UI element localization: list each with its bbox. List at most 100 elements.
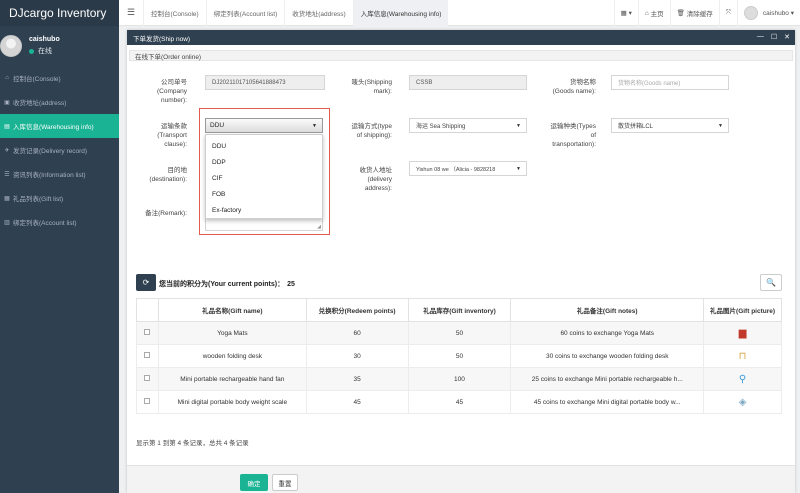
- goods-name-input[interactable]: 货物名称(Goods name): [611, 75, 729, 90]
- table-row[interactable]: Mini portable rechargeable hand fan 35 1…: [136, 367, 782, 391]
- redeem-points: 45: [305, 390, 409, 414]
- gift-notes: 25 coins to exchange Mini portable recha…: [510, 367, 705, 391]
- gift-inventory: 45: [407, 390, 512, 414]
- top-bar: ☰ 控制台(Console) 绑定列表(Account list) 收货地址(a…: [119, 0, 800, 26]
- row-checkbox[interactable]: [144, 352, 151, 358]
- sidebar-item-address[interactable]: ▣ 收货地址(address): [0, 90, 119, 114]
- search-icon: 🔍: [766, 278, 776, 287]
- sidebar-item-label: 绑定列表(Account list): [13, 220, 77, 227]
- section-header: 在线下单(Order online): [129, 50, 793, 61]
- col-gift-picture[interactable]: 礼品图片(Gift picture): [703, 298, 782, 322]
- home-button[interactable]: ⌂ 主页: [637, 0, 670, 26]
- tab-address[interactable]: 收货地址(address): [284, 0, 352, 26]
- col-gift-notes[interactable]: 礼品备注(Gift notes): [510, 298, 705, 322]
- sidebar: DJcargo Inventory caishubo 在线 ⌂ 控制台(Conso…: [0, 0, 119, 493]
- checkbox-header: [136, 298, 159, 322]
- transport-clause-label: 运输条款 (Transport clause):: [157, 123, 187, 148]
- delivery-address-select[interactable]: Yishun 08 we （Alicia - 9828218 ▼: [409, 161, 527, 176]
- sidebar-item-warehousing[interactable]: ▤ 入库信息(Warehousing info): [0, 114, 119, 138]
- row-checkbox[interactable]: [144, 375, 151, 381]
- redeem-points: 30: [305, 344, 409, 368]
- fullscreen-button[interactable]: ⤧: [718, 0, 737, 26]
- gift-icon: ▦: [4, 195, 10, 202]
- company-number-field[interactable]: DJ20211017105641888473: [205, 75, 325, 90]
- table-row[interactable]: Yoga Mats 60 50 60 coins to exchange Yog…: [136, 321, 782, 345]
- company-number-label: 公司单号 (Company number):: [157, 79, 187, 104]
- sidebar-item-information[interactable]: ☰ 资讯列表(Information list): [0, 162, 119, 186]
- tab-account-list[interactable]: 绑定列表(Account list): [205, 0, 285, 26]
- sidebar-item-label: 入库信息(Warehousing info): [13, 124, 94, 131]
- table-header-row: 礼品名称(Gift name) 兑换积分(Redeem points) 礼品库存…: [136, 298, 782, 322]
- points-value: 25: [287, 281, 295, 288]
- row-checkbox[interactable]: [144, 398, 151, 404]
- sidebar-item-account[interactable]: ▥ 绑定列表(Account list): [0, 210, 119, 234]
- confirm-button[interactable]: 确定: [240, 474, 268, 491]
- info-icon: ☰: [4, 171, 10, 178]
- desk-icon[interactable]: ⊓: [739, 351, 747, 362]
- col-gift-name[interactable]: 礼品名称(Gift name): [157, 298, 307, 322]
- col-gift-inventory[interactable]: 礼品库存(Gift inventory): [407, 298, 512, 322]
- gift-inventory: 50: [407, 344, 512, 368]
- remark-textarea[interactable]: ◢: [205, 219, 323, 231]
- account-icon: ▥: [4, 219, 10, 226]
- transport-type-select[interactable]: 散货拼箱LCL ▼: [611, 118, 729, 133]
- shipping-type-select[interactable]: 海运 Sea Shipping ▼: [409, 118, 527, 133]
- ship-now-dialog: 下单发货(Ship now) — ☐ ✕ 在线下单(Order online): [127, 30, 795, 493]
- tab-label: 入库信息(Warehousing info): [360, 10, 442, 18]
- close-icon[interactable]: ✕: [784, 33, 790, 41]
- option-ex-factory[interactable]: Ex-factory: [206, 202, 322, 218]
- sidebar-item-console[interactable]: ⌂ 控制台(Console): [0, 66, 119, 90]
- maximize-icon[interactable]: ☐: [771, 33, 777, 41]
- table-row[interactable]: wooden folding desk 30 50 30 coins to ex…: [136, 344, 782, 368]
- remark-label: 备注(Remark):: [145, 210, 187, 217]
- transport-type-value: 散货拼箱LCL: [618, 124, 654, 130]
- user-menu[interactable]: caishubo ▾: [736, 0, 800, 26]
- option-cif[interactable]: CIF: [206, 170, 322, 186]
- tab-console[interactable]: 控制台(Console): [143, 0, 206, 26]
- sidebar-item-delivery[interactable]: ✈ 发货记录(Delivery record): [0, 138, 119, 162]
- col-redeem-points[interactable]: 兑换积分(Redeem points): [305, 298, 409, 322]
- search-button[interactable]: 🔍: [760, 274, 782, 291]
- transport-clause-dropdown: DDU DDP CIF FOB Ex-factory: [205, 134, 323, 219]
- shipping-mark-field[interactable]: CSSB: [409, 75, 527, 90]
- clear-cache-label: 清除缓存: [686, 11, 713, 18]
- tab-label: 控制台(Console): [151, 10, 199, 18]
- menu-toggle-icon[interactable]: ☰: [119, 7, 143, 18]
- dialog-footer: [127, 465, 795, 493]
- table-row[interactable]: Mini digital portable body weight scale …: [136, 390, 782, 414]
- fullscreen-icon: ⤧: [725, 9, 731, 16]
- sidebar-item-gift[interactable]: ▦ 礼品列表(Gift list): [0, 186, 119, 210]
- top-right-actions: ▦ ▾ ⌂ 主页 🗑 清除缓存 ⤧ caishubo ▾: [613, 0, 800, 26]
- reset-button[interactable]: 重置: [272, 474, 298, 491]
- gift-name: wooden folding desk: [157, 344, 307, 368]
- chevron-down-icon: ▼: [516, 166, 521, 172]
- gift-inventory: 50: [407, 321, 512, 345]
- scale-icon[interactable]: ◈: [739, 397, 747, 408]
- option-fob[interactable]: FOB: [206, 186, 322, 202]
- chevron-down-icon: ▼: [516, 123, 521, 129]
- grid-menu-button[interactable]: ▦ ▾: [613, 0, 638, 26]
- shipping-type-label: 运输方式(type of shipping):: [351, 123, 392, 139]
- avatar[interactable]: [0, 35, 22, 57]
- gift-name: Mini digital portable body weight scale: [157, 390, 307, 414]
- option-ddu[interactable]: DDU: [206, 138, 322, 154]
- clear-cache-button[interactable]: 🗑 清除缓存: [669, 0, 719, 26]
- minimize-icon[interactable]: —: [757, 33, 764, 41]
- yoga-mat-icon[interactable]: ▆: [739, 328, 747, 339]
- row-checkbox[interactable]: [144, 329, 151, 335]
- transport-clause-select[interactable]: DDU ▼: [205, 118, 323, 133]
- gift-name: Yoga Mats: [157, 321, 307, 345]
- refresh-button[interactable]: ⟳: [136, 274, 156, 291]
- gift-notes: 60 coins to exchange Yoga Mats: [510, 321, 705, 345]
- tab-warehousing-info[interactable]: 入库信息(Warehousing info): [352, 0, 449, 26]
- tab-label: 收货地址(address): [292, 10, 346, 18]
- shipping-type-value: 海运 Sea Shipping: [416, 124, 466, 130]
- dialog-title: 下单发货(Ship now): [133, 35, 191, 43]
- resize-handle-icon[interactable]: ◢: [317, 224, 321, 230]
- gift-inventory: 100: [407, 367, 512, 391]
- shipping-mark-label: 唛头(Shipping mark):: [351, 79, 392, 95]
- transport-clause-value: DDU: [210, 122, 225, 129]
- user-status: 在线: [29, 46, 60, 56]
- fan-icon[interactable]: ⚲: [739, 374, 746, 385]
- option-ddp[interactable]: DDP: [206, 154, 322, 170]
